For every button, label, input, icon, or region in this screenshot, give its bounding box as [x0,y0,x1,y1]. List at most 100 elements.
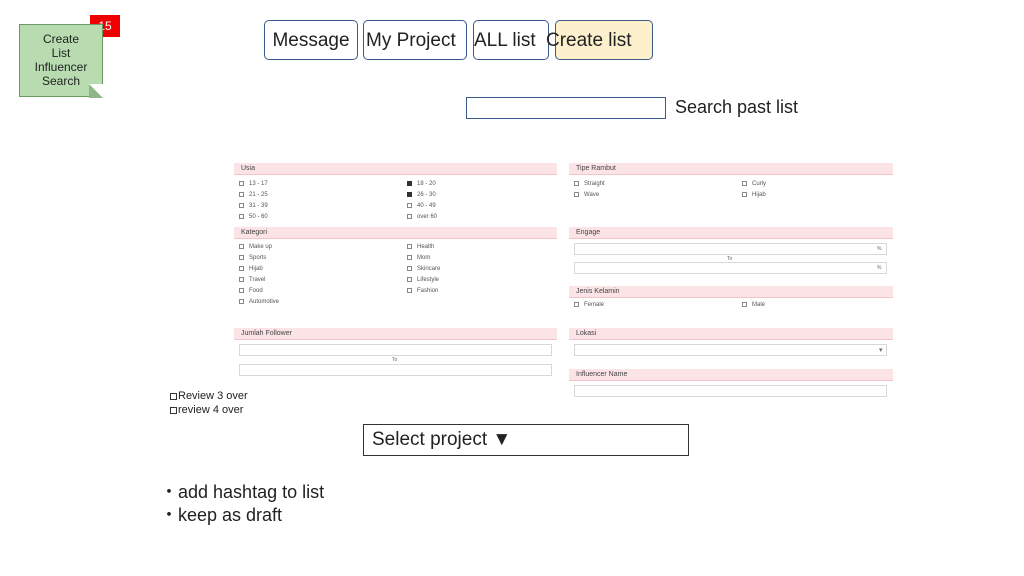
checkbox[interactable] [574,301,579,307]
kategori-option[interactable]: Food [239,287,263,295]
tipe-rambut-option[interactable]: Straight [574,180,605,188]
note-line: List [51,46,71,60]
checkbox[interactable] [407,276,412,282]
usia-option[interactable]: 13 - 17 [239,180,268,188]
gender-option[interactable]: Female [574,301,604,309]
review-4-option[interactable]: review 4 over [170,404,243,416]
checkbox[interactable] [407,265,412,271]
usia-option[interactable]: 50 - 60 [239,213,268,221]
kategori-option[interactable]: Make up [239,243,272,251]
filter-form: Usia 13 - 17 18 - 20 21 - 25 26 - 30 31 … [232,160,894,400]
usia-option[interactable]: 18 - 20 [407,180,436,188]
option-label: over 60 [417,214,438,220]
checkbox[interactable] [407,243,412,249]
usia-option[interactable]: 31 - 39 [239,202,268,210]
checkbox[interactable] [239,298,244,304]
option-label: Food [249,288,263,294]
kategori-option[interactable]: Travel [239,276,265,284]
all-list-button[interactable]: ALL list [473,20,549,60]
jumlah-follower-header: Jumlah Follower [234,328,557,340]
engage-max-input[interactable] [574,262,887,274]
option-label: Curly [752,181,767,187]
select-project-dropdown[interactable]: Select project ▼ [363,424,689,456]
engage-header: Engage [569,227,893,239]
option-label: Make up [249,244,273,250]
checkbox[interactable] [407,254,412,260]
checkbox[interactable] [239,287,244,293]
engage-min-input[interactable] [574,243,887,255]
tipe-rambut-option[interactable]: Curly [742,180,766,188]
checkbox[interactable] [239,243,244,249]
checkbox[interactable] [239,254,244,260]
kategori-option[interactable]: Fashion [407,287,438,295]
checkbox[interactable] [239,202,244,208]
checkbox[interactable] [407,287,412,293]
kategori-option[interactable]: Skincare [407,265,440,273]
checkbox[interactable] [742,180,747,186]
usia-option[interactable]: 26 - 30 [407,191,436,199]
tipe-rambut-option[interactable]: Wave [574,191,599,199]
message-button[interactable]: Message [264,20,358,60]
kategori-option[interactable]: Sports [239,254,266,262]
gender-option[interactable]: Male [742,301,765,309]
checkbox[interactable] [574,191,579,197]
checkbox[interactable] [742,301,747,307]
option-label: 13 - 17 [249,181,268,187]
checkbox[interactable] [239,276,244,282]
kategori-option[interactable]: Health [407,243,434,251]
checkbox[interactable] [239,191,244,197]
search-past-list-input[interactable] [466,97,666,119]
checkbox[interactable] [742,191,747,197]
option-label: Hijab [752,192,766,198]
chevron-down-icon[interactable]: ▾ [879,346,883,354]
checkbox[interactable] [239,213,244,219]
checkbox[interactable] [170,392,177,400]
usia-option[interactable]: 40 - 49 [407,202,436,210]
checkbox-checked[interactable] [407,191,412,197]
note-fold [89,84,103,98]
kategori-option[interactable]: Automotive [239,298,279,306]
review-3-option[interactable]: Review 3 over [170,390,248,402]
kategori-option[interactable]: Lifestyle [407,276,439,284]
option-label: Wave [584,192,600,198]
usia-header: Usia [234,163,557,175]
tipe-rambut-option[interactable]: Hijab [742,191,766,199]
option-label: Lifestyle [417,277,440,283]
kategori-header: Kategori [234,227,557,239]
note-line: Create [42,32,80,46]
option-label: 21 - 25 [249,192,268,198]
influencer-name-input[interactable] [574,385,887,397]
checkbox[interactable] [407,213,412,219]
option-label: 31 - 39 [249,203,268,209]
checkbox[interactable] [170,406,177,414]
option-label: Fashion [417,288,439,294]
create-list-button[interactable]: Create list [546,20,653,60]
kategori-option[interactable]: Mom [407,254,430,262]
option-label: 50 - 60 [249,214,268,220]
checkbox[interactable] [239,180,244,186]
lokasi-select[interactable] [574,344,887,356]
option-label: 26 - 30 [417,192,436,198]
jenis-kelamin-header: Jenis Kelamin [569,286,893,298]
usia-option[interactable]: over 60 [407,213,437,221]
option-label: Straight [584,181,605,187]
percent-unit: % [877,246,882,252]
checkbox[interactable] [574,180,579,186]
follower-max-input[interactable] [239,364,552,376]
checkbox[interactable] [239,265,244,271]
option-label: Female [584,302,605,308]
my-project-button[interactable]: My Project [363,20,467,60]
tipe-rambut-header: Tipe Rambut [569,163,893,175]
keep-as-draft-bullet: ・keep as draft [160,505,283,525]
kategori-option[interactable]: Hijab [239,265,263,273]
option-label: Skincare [417,266,441,272]
option-label: Automotive [249,299,280,305]
follower-min-input[interactable] [239,344,552,356]
checkbox-checked[interactable] [407,180,412,186]
follower-to-label: To [392,357,398,363]
usia-option[interactable]: 21 - 25 [239,191,268,199]
checkbox[interactable] [407,202,412,208]
option-label: Health [417,244,435,250]
option-label: Sports [249,255,267,261]
lokasi-header: Lokasi [569,328,893,340]
